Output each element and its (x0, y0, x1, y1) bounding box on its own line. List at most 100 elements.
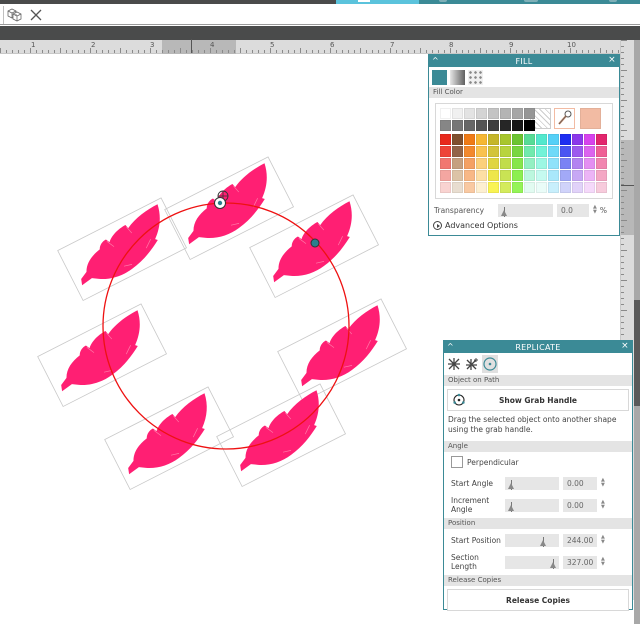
start-angle-input[interactable]: 0.00 (563, 476, 597, 490)
section-length-slider[interactable] (505, 555, 559, 569)
color-swatch[interactable] (488, 146, 499, 157)
color-swatch[interactable] (560, 158, 571, 169)
fill-panel-header[interactable]: ^ FILL × (429, 55, 619, 67)
transparency-input[interactable]: 0.0 (557, 203, 589, 217)
transparency-slider[interactable] (498, 203, 553, 217)
color-swatch[interactable] (464, 146, 475, 157)
color-swatch[interactable] (536, 170, 547, 181)
color-swatch[interactable] (572, 158, 583, 169)
replicate-panel-header[interactable]: ^ REPLICATE × (444, 341, 632, 353)
color-swatch[interactable] (524, 182, 535, 193)
gray-swatch[interactable] (476, 108, 487, 119)
color-swatch[interactable] (560, 146, 571, 157)
color-swatch[interactable] (548, 170, 559, 181)
increment-angle-spinner[interactable]: ▲ ▼ (601, 500, 605, 510)
object-on-path-icon[interactable] (482, 355, 498, 373)
collapse-icon[interactable]: ^ (447, 342, 454, 351)
feather-top[interactable] (164, 156, 295, 261)
color-swatch[interactable] (596, 158, 607, 169)
gray-swatch[interactable] (464, 108, 475, 119)
start-position-slider[interactable] (505, 533, 559, 547)
color-swatch[interactable] (488, 158, 499, 169)
color-swatch[interactable] (524, 134, 535, 145)
section-length-slider-thumb[interactable] (550, 561, 556, 568)
replicate-plus-icon[interactable] (464, 355, 480, 373)
color-swatch[interactable] (452, 170, 463, 181)
gray-swatch[interactable] (524, 120, 535, 131)
gray-swatch[interactable] (452, 120, 463, 131)
start-position-spinner[interactable]: ▲ ▼ (601, 535, 605, 545)
color-swatch[interactable] (560, 182, 571, 193)
color-swatch[interactable] (512, 146, 523, 157)
scrollbar-thumb[interactable] (634, 300, 640, 406)
color-swatch[interactable] (548, 146, 559, 157)
show-grab-handle-button[interactable]: Show Grab Handle (447, 389, 629, 411)
feather-upper-left[interactable] (57, 197, 188, 302)
start-position-input[interactable]: 244.00 (563, 533, 597, 547)
start-angle-spinner[interactable]: ▲ ▼ (601, 478, 605, 488)
color-swatch[interactable] (548, 134, 559, 145)
color-swatch[interactable] (500, 158, 511, 169)
color-swatch[interactable] (440, 146, 451, 157)
start-angle-slider[interactable] (505, 476, 559, 490)
gradient-fill-icon[interactable] (450, 69, 465, 85)
color-swatch[interactable] (500, 182, 511, 193)
color-swatch[interactable] (500, 134, 511, 145)
color-swatch[interactable] (488, 134, 499, 145)
color-swatch[interactable] (548, 182, 559, 193)
color-swatch[interactable] (488, 182, 499, 193)
color-swatch[interactable] (584, 146, 595, 157)
color-swatch[interactable] (476, 158, 487, 169)
increment-angle-slider[interactable] (505, 498, 559, 512)
color-swatch[interactable] (536, 134, 547, 145)
color-swatch[interactable] (500, 170, 511, 181)
color-swatch[interactable] (536, 182, 547, 193)
color-swatch[interactable] (584, 182, 595, 193)
color-swatch[interactable] (572, 146, 583, 157)
start-position-slider-thumb[interactable] (539, 539, 546, 546)
color-swatch[interactable] (596, 182, 607, 193)
color-swatch[interactable] (500, 146, 511, 157)
gray-swatch[interactable] (524, 108, 535, 119)
gray-swatch[interactable] (512, 108, 523, 119)
increment-angle-input[interactable]: 0.00 (563, 498, 597, 512)
release-copies-button[interactable]: Release Copies (447, 589, 629, 611)
gray-swatch[interactable] (500, 120, 511, 131)
advanced-options-toggle[interactable]: Advanced Options (433, 221, 518, 230)
color-swatch[interactable] (572, 170, 583, 181)
eyedropper-icon[interactable] (554, 108, 575, 129)
color-swatch[interactable] (476, 182, 487, 193)
color-swatch[interactable] (524, 170, 535, 181)
close-icon[interactable]: × (608, 55, 616, 65)
color-swatch[interactable] (452, 182, 463, 193)
color-swatch[interactable] (440, 158, 451, 169)
color-swatch[interactable] (548, 158, 559, 169)
vertical-scrollbar[interactable] (634, 40, 640, 624)
gray-swatch[interactable] (488, 120, 499, 131)
perpendicular-checkbox[interactable] (451, 456, 463, 468)
replicate-icon[interactable] (446, 355, 462, 373)
color-swatch[interactable] (512, 182, 523, 193)
color-swatch[interactable] (524, 146, 535, 157)
color-swatch[interactable] (452, 134, 463, 145)
transparency-spinner[interactable]: ▲ ▼ (593, 205, 597, 215)
color-swatch[interactable] (584, 134, 595, 145)
transparency-slider-thumb[interactable] (501, 209, 507, 216)
color-swatch[interactable] (464, 134, 475, 145)
color-swatch[interactable] (476, 134, 487, 145)
color-swatch[interactable] (440, 134, 451, 145)
close-icon[interactable]: × (621, 341, 629, 351)
color-swatch[interactable] (440, 182, 451, 193)
color-swatch[interactable] (452, 146, 463, 157)
path-anchor-point[interactable] (310, 238, 320, 248)
color-swatch[interactable] (512, 170, 523, 181)
collapse-icon[interactable]: ^ (432, 56, 439, 65)
color-swatch[interactable] (440, 170, 451, 181)
color-swatch[interactable] (536, 146, 547, 157)
color-swatch[interactable] (536, 158, 547, 169)
gray-swatch[interactable] (476, 120, 487, 131)
feather-middle-left[interactable] (37, 303, 168, 408)
feather-bottom-left[interactable] (104, 386, 235, 491)
color-swatch[interactable] (560, 170, 571, 181)
color-swatch[interactable] (512, 134, 523, 145)
